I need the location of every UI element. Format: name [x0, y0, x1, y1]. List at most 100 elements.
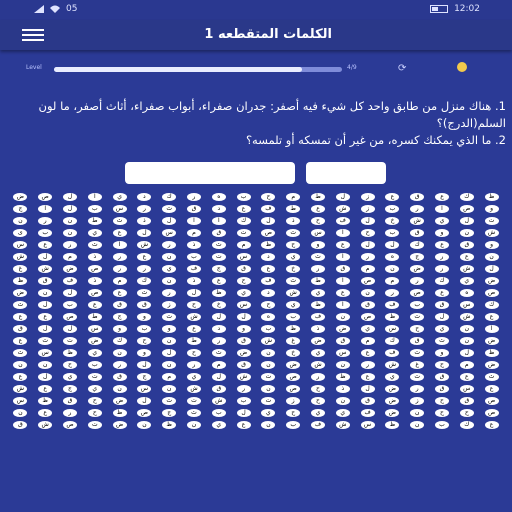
letter-cell[interactable]: خ — [286, 265, 301, 273]
letter-cell[interactable]: ج — [13, 205, 28, 213]
letter-cell[interactable]: ق — [112, 301, 127, 309]
letter-cell[interactable]: ذ — [335, 385, 350, 393]
letter-cell[interactable]: م — [112, 277, 127, 285]
letter-cell[interactable]: ر — [186, 361, 201, 369]
letter-cell[interactable]: ت — [211, 253, 226, 261]
letter-cell[interactable]: ح — [434, 409, 449, 417]
letter-cell[interactable]: ق — [360, 301, 375, 309]
letter-cell[interactable]: ر — [434, 253, 449, 261]
letter-cell[interactable]: ث — [286, 229, 301, 237]
letter-cell[interactable]: ع — [112, 289, 127, 297]
letter-cell[interactable]: ظ — [286, 325, 301, 333]
letter-cell[interactable]: ض — [335, 325, 350, 333]
letter-cell[interactable]: ث — [186, 409, 201, 417]
letter-cell[interactable]: ض — [484, 361, 499, 369]
letter-cell[interactable]: ص — [286, 385, 301, 393]
answer-field-1[interactable] — [125, 162, 295, 184]
letter-cell[interactable]: ر — [112, 361, 127, 369]
letter-cell[interactable]: ل — [162, 217, 177, 225]
letter-cell[interactable]: ا — [484, 325, 499, 333]
letter-cell[interactable]: ن — [335, 361, 350, 369]
letter-cell[interactable]: ل — [137, 229, 152, 237]
letter-cell[interactable]: ن — [13, 409, 28, 417]
letter-cell[interactable]: م — [62, 253, 77, 261]
letter-cell[interactable]: ص — [38, 193, 53, 201]
letter-cell[interactable]: ن — [13, 361, 28, 369]
letter-cell[interactable]: ل — [360, 385, 375, 393]
letter-cell[interactable]: ص — [484, 289, 499, 297]
letter-cell[interactable]: ب — [137, 325, 152, 333]
letter-cell[interactable]: ظ — [211, 289, 226, 297]
letter-cell[interactable]: ش — [459, 265, 474, 273]
letter-cell[interactable]: ح — [410, 325, 425, 333]
letter-cell[interactable]: ح — [459, 409, 474, 417]
letter-cell[interactable]: ن — [335, 313, 350, 321]
letter-cell[interactable]: ح — [186, 301, 201, 309]
letter-cell[interactable]: ي — [310, 349, 325, 357]
letter-cell[interactable]: ي — [434, 325, 449, 333]
letter-cell[interactable]: ص — [484, 397, 499, 405]
letter-cell[interactable]: ث — [112, 217, 127, 225]
letter-cell[interactable]: ش — [310, 361, 325, 369]
letter-cell[interactable]: ع — [459, 253, 474, 261]
letter-cell[interactable]: ح — [62, 361, 77, 369]
letter-cell[interactable]: ز — [360, 193, 375, 201]
letter-cell[interactable]: ب — [87, 361, 102, 369]
letter-cell[interactable]: ض — [236, 349, 251, 357]
letter-cell[interactable]: ر — [162, 289, 177, 297]
letter-cell[interactable]: ش — [13, 385, 28, 393]
letter-cell[interactable]: ظ — [62, 349, 77, 357]
letter-cell[interactable]: ع — [87, 301, 102, 309]
letter-cell[interactable]: ث — [87, 241, 102, 249]
letter-cell[interactable]: و — [137, 313, 152, 321]
letter-cell[interactable]: ي — [459, 277, 474, 285]
letter-cell[interactable]: ل — [236, 313, 251, 321]
letter-cell[interactable]: ض — [286, 361, 301, 369]
letter-cell[interactable]: ش — [38, 421, 53, 429]
letter-cell[interactable]: ب — [385, 229, 400, 237]
letter-cell[interactable]: ن — [410, 409, 425, 417]
letter-cell[interactable]: ث — [162, 313, 177, 321]
letter-cell[interactable]: ر — [112, 265, 127, 273]
letter-cell[interactable]: ط — [310, 193, 325, 201]
letter-cell[interactable]: ل — [211, 313, 226, 321]
letter-cell[interactable]: ى — [13, 229, 28, 237]
letter-cell[interactable]: ف — [385, 349, 400, 357]
letter-cell[interactable]: ن — [112, 385, 127, 393]
letter-cell[interactable]: ر — [410, 385, 425, 393]
letter-cell[interactable]: ث — [310, 253, 325, 261]
letter-cell[interactable]: م — [360, 337, 375, 345]
letter-cell[interactable]: و — [236, 325, 251, 333]
letter-cell[interactable]: ن — [261, 421, 276, 429]
letter-cell[interactable]: ي — [385, 373, 400, 381]
letter-cell[interactable]: ل — [137, 361, 152, 369]
letter-cell[interactable]: ن — [13, 217, 28, 225]
letter-cell[interactable]: م — [186, 229, 201, 237]
letter-cell[interactable]: ع — [38, 409, 53, 417]
letter-cell[interactable]: ل — [459, 349, 474, 357]
letter-cell[interactable]: ا — [38, 205, 53, 213]
letter-cell[interactable]: ص — [87, 289, 102, 297]
letter-cell[interactable]: ظ — [162, 421, 177, 429]
letter-cell[interactable]: ك — [434, 277, 449, 285]
letter-cell[interactable]: ح — [310, 397, 325, 405]
letter-cell[interactable]: م — [211, 361, 226, 369]
letter-cell[interactable]: ح — [137, 337, 152, 345]
letter-cell[interactable]: غ — [410, 361, 425, 369]
letter-cell[interactable]: س — [360, 421, 375, 429]
letter-cell[interactable]: ص — [261, 229, 276, 237]
letter-cell[interactable]: ب — [38, 229, 53, 237]
letter-cell[interactable]: ظ — [13, 277, 28, 285]
letter-cell[interactable]: ص — [360, 313, 375, 321]
letter-cell[interactable]: ث — [410, 373, 425, 381]
letter-cell[interactable]: ج — [162, 409, 177, 417]
letter-cell[interactable]: ت — [484, 217, 499, 225]
letter-cell[interactable]: ق — [211, 385, 226, 393]
letter-cell[interactable]: ص — [459, 205, 474, 213]
letter-cell[interactable]: ب — [236, 397, 251, 405]
letter-cell[interactable]: ع — [484, 313, 499, 321]
letter-cell[interactable]: ع — [38, 241, 53, 249]
letter-cell[interactable]: غ — [286, 337, 301, 345]
letter-cell[interactable]: س — [236, 301, 251, 309]
letter-cell[interactable]: ش — [410, 217, 425, 225]
